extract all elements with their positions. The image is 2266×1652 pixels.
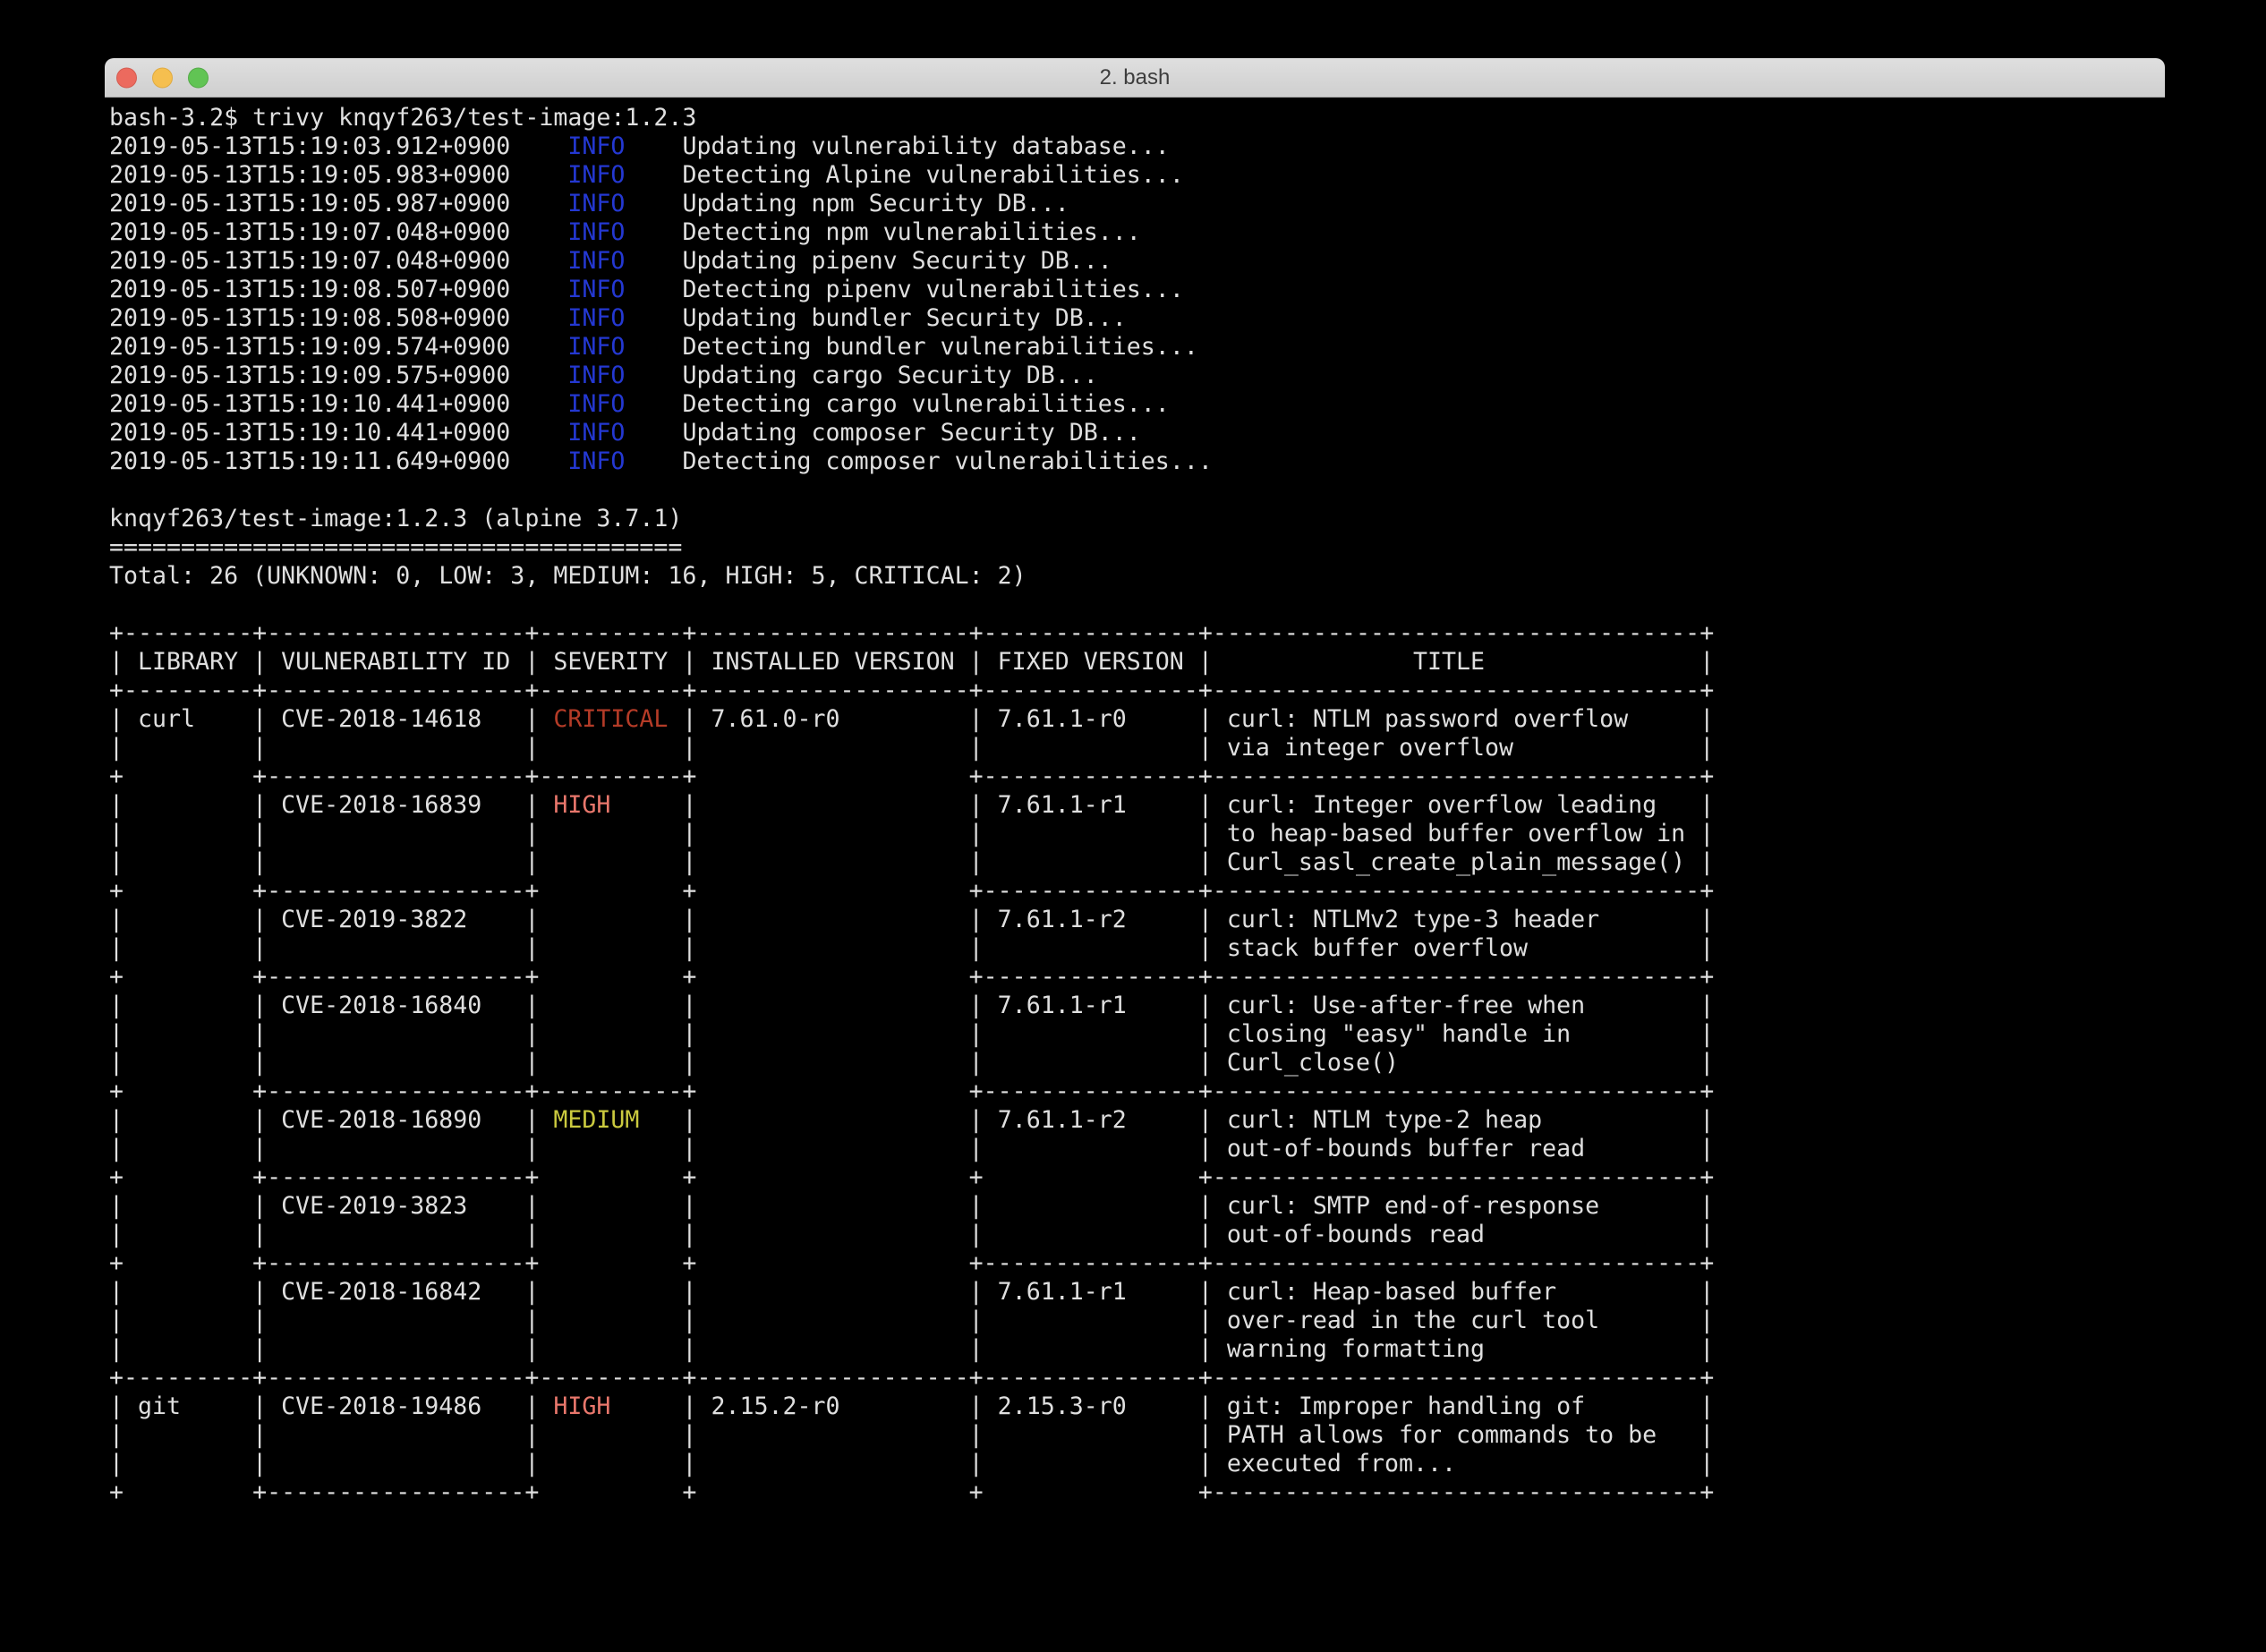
minimize-button[interactable] xyxy=(152,67,173,88)
terminal-screen[interactable]: bash-3.2$ trivy knqyf263/test-image:1.2.… xyxy=(105,98,2165,1507)
log-level-info: INFO xyxy=(567,190,625,217)
close-button[interactable] xyxy=(116,67,137,88)
vulnerability-table: +---------+------------------+----------… xyxy=(109,619,1714,1506)
log-level-info: INFO xyxy=(567,276,625,303)
log-line: 2019-05-13T15:19:08.508+0900 INFO Updati… xyxy=(109,304,1127,332)
log-level-info: INFO xyxy=(567,218,625,246)
log-level-info: INFO xyxy=(567,390,625,418)
log-line: 2019-05-13T15:19:05.983+0900 INFO Detect… xyxy=(109,161,1184,189)
log-level-info: INFO xyxy=(567,333,625,361)
titlebar[interactable]: 2. bash xyxy=(105,58,2165,98)
log-line: 2019-05-13T15:19:03.912+0900 INFO Updati… xyxy=(109,132,1170,160)
log-line: 2019-05-13T15:19:07.048+0900 INFO Updati… xyxy=(109,247,1112,275)
terminal-window: 2. bash bash-3.2$ trivy knqyf263/test-im… xyxy=(105,58,2165,1652)
log-line: 2019-05-13T15:19:09.575+0900 INFO Updati… xyxy=(109,362,1098,389)
log-level-info: INFO xyxy=(567,247,625,275)
severity-medium: MEDIUM xyxy=(553,1106,639,1134)
total-summary-line: Total: 26 (UNKNOWN: 0, LOW: 3, MEDIUM: 1… xyxy=(109,562,1027,590)
log-line: 2019-05-13T15:19:10.441+0900 INFO Updati… xyxy=(109,419,1141,447)
log-level-info: INFO xyxy=(567,304,625,332)
window-title: 2. bash xyxy=(1100,65,1171,90)
severity-high: HIGH xyxy=(553,1392,610,1420)
log-level-info: INFO xyxy=(567,362,625,389)
log-level-info: INFO xyxy=(567,419,625,447)
log-line: 2019-05-13T15:19:07.048+0900 INFO Detect… xyxy=(109,218,1141,246)
zoom-button[interactable] xyxy=(188,67,209,88)
target-underline: ======================================== xyxy=(109,533,682,561)
log-line: 2019-05-13T15:19:10.441+0900 INFO Detect… xyxy=(109,390,1170,418)
log-line: 2019-05-13T15:19:05.987+0900 INFO Updati… xyxy=(109,190,1069,217)
prompt-line: bash-3.2$ trivy knqyf263/test-image:1.2.… xyxy=(109,104,696,132)
severity-critical: CRITICAL xyxy=(553,705,668,733)
log-line: 2019-05-13T15:19:11.649+0900 INFO Detect… xyxy=(109,447,1213,475)
scan-target-line: knqyf263/test-image:1.2.3 (alpine 3.7.1) xyxy=(109,505,682,532)
traffic-lights xyxy=(116,67,209,88)
log-line: 2019-05-13T15:19:08.507+0900 INFO Detect… xyxy=(109,276,1184,303)
log-line: 2019-05-13T15:19:09.574+0900 INFO Detect… xyxy=(109,333,1198,361)
severity-high: HIGH xyxy=(553,791,610,819)
log-level-info: INFO xyxy=(567,161,625,189)
log-level-info: INFO xyxy=(567,132,625,160)
log-level-info: INFO xyxy=(567,447,625,475)
